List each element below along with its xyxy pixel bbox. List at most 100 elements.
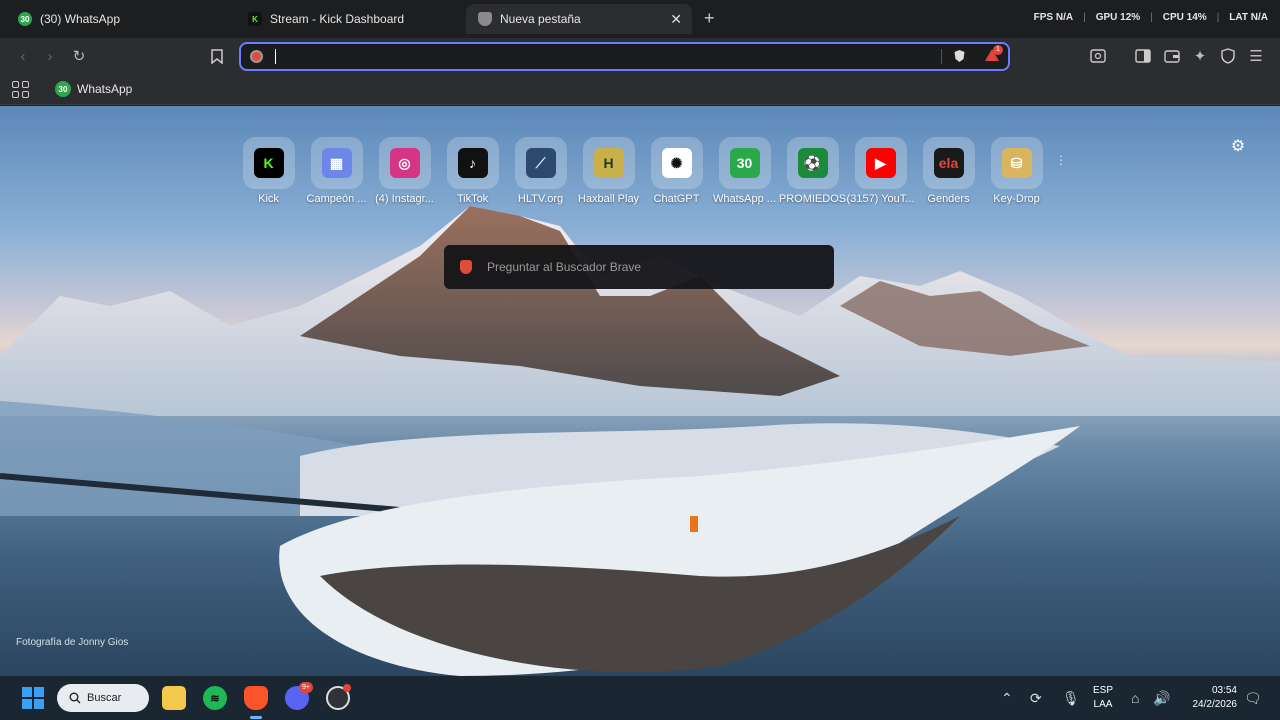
spotify-icon[interactable]: ≋ [203, 686, 227, 710]
top-site-tile-frame: ▶ [854, 137, 907, 189]
bookmark-whatsapp[interactable]: 30 WhatsApp [55, 81, 132, 97]
top-site-tile-frame: ✺ [650, 137, 703, 189]
discord-badge: 9+ [299, 682, 313, 693]
top-site-label: Haxball Play [577, 193, 640, 205]
top-site-label: Campeón ... [306, 193, 367, 205]
tab-kick-dashboard[interactable]: K Stream - Kick Dashboard [236, 4, 460, 34]
language-code: ESP [1093, 685, 1114, 696]
top-site-tile[interactable]: ✺ ChatGPT [648, 137, 705, 205]
top-site-tile[interactable]: ▦ Campeón ... [307, 137, 366, 205]
top-site-tile[interactable]: ela Genders [920, 137, 977, 205]
vpn-shield-icon[interactable] [1218, 46, 1238, 66]
top-site-icon: H [593, 148, 624, 178]
fps-stat: FPS N/A [1033, 12, 1074, 23]
top-site-tile[interactable]: ♪ TikTok [444, 137, 501, 205]
top-site-tile[interactable]: 30 WhatsApp ... [713, 137, 776, 205]
search-placeholder: Preguntar al Buscador Brave [487, 260, 642, 274]
active-app-indicator [250, 716, 262, 719]
top-site-tile[interactable]: ⛁ Key-Drop [988, 137, 1045, 205]
kick-tab-icon: K [248, 12, 262, 26]
cpu-stat: CPU 14% [1162, 12, 1207, 23]
brave-tab-icon [478, 12, 492, 26]
microphone-icon[interactable]: 🎙 [1062, 690, 1080, 707]
forward-icon[interactable]: › [40, 46, 60, 66]
lighthouse [690, 516, 698, 532]
volume-icon[interactable]: 🔊 [1153, 690, 1170, 707]
sync-icon[interactable]: ⟳ [1030, 690, 1042, 707]
apps-grid-icon[interactable] [12, 81, 29, 98]
performance-overlay: FPS N/A | GPU 12% | CPU 14% | LAT N/A [1033, 12, 1268, 23]
address-bar[interactable]: 1 [239, 42, 1010, 71]
top-site-tile-frame: K [242, 137, 295, 189]
brave-app-icon[interactable] [244, 686, 268, 710]
top-site-icon: ✺ [661, 148, 692, 178]
top-site-label: HLTV.org [517, 193, 564, 205]
search-icon [69, 692, 81, 704]
top-site-tile[interactable]: H Haxball Play [578, 137, 639, 205]
clock-time: 03:54 [1211, 685, 1237, 696]
brave-search-box[interactable]: Preguntar al Buscador Brave [444, 245, 834, 289]
file-explorer-icon[interactable] [162, 686, 186, 710]
photo-credit[interactable]: Fotografía de Jonny Gios [16, 637, 128, 648]
clock-date: 24/2/2026 [1192, 699, 1238, 710]
top-site-icon: ▶ [865, 148, 896, 178]
taskbar-search-label: Buscar [87, 692, 122, 704]
bookmark-icon[interactable] [207, 46, 227, 66]
top-site-tile-frame: ⟋ [514, 137, 567, 189]
whatsapp-tab-icon: 30 [18, 12, 32, 26]
rewards-badge: 1 [993, 45, 1003, 55]
notifications-icon[interactable]: 🗨 [1244, 690, 1262, 707]
top-site-tile[interactable]: K Kick [240, 137, 297, 205]
top-site-label: PROMIEDOS [778, 193, 847, 205]
top-site-tile-frame: ela [922, 137, 975, 189]
close-tab-icon[interactable]: ✕ [670, 11, 682, 28]
top-site-tile-frame: ⚽ [786, 137, 839, 189]
settings-gear-icon[interactable]: ⚙ [1229, 138, 1247, 156]
top-site-tile[interactable]: ⚽ PROMIEDOS [779, 137, 846, 205]
top-site-label: (4) Instagr... [375, 193, 434, 205]
tab-new-tab[interactable]: Nueva pestaña ✕ [466, 4, 692, 34]
top-sites-more-icon[interactable]: ⋮ [1055, 137, 1067, 205]
tab-title: (30) WhatsApp [40, 12, 121, 26]
top-site-tile[interactable]: ⟋ HLTV.org [512, 137, 569, 205]
tab-search-icon[interactable] [1088, 46, 1108, 66]
top-site-icon: ◎ [389, 148, 420, 178]
brave-shields-icon[interactable] [953, 49, 967, 63]
reload-icon[interactable]: ↻ [69, 46, 89, 66]
site-info-icon[interactable] [250, 50, 263, 63]
top-site-tile-frame: ▦ [310, 137, 363, 189]
lat-stat: LAT N/A [1229, 12, 1268, 23]
windows-taskbar: Buscar ≋ 9+ ⌃ ⟳ 🎙 ESP LAA ⌂ 🔊 03:54 24/2… [0, 676, 1280, 720]
windows-start-icon[interactable] [22, 687, 44, 709]
system-clock[interactable]: 03:54 24/2/2026 [1183, 684, 1238, 712]
top-site-label: TikTok [456, 193, 489, 205]
tab-strip: 30 (30) WhatsApp K Stream - Kick Dashboa… [0, 0, 1280, 38]
omnibox-divider [941, 49, 942, 64]
network-icon[interactable]: ⌂ [1131, 690, 1139, 706]
tab-whatsapp[interactable]: 30 (30) WhatsApp [6, 4, 230, 34]
top-site-label: (3157) YouT... [846, 193, 915, 205]
back-icon[interactable]: ‹ [13, 46, 33, 66]
top-site-icon: K [253, 148, 284, 178]
top-site-tile-frame: ♪ [446, 137, 499, 189]
top-site-icon: ⟋ [525, 148, 556, 178]
leo-ai-icon[interactable]: ✦ [1190, 46, 1210, 66]
whatsapp-icon: 30 [55, 81, 71, 97]
top-site-tile[interactable]: ◎ (4) Instagr... [375, 137, 434, 205]
top-site-icon: ▦ [321, 148, 352, 178]
menu-icon[interactable]: ☰ [1246, 46, 1266, 66]
tab-title: Stream - Kick Dashboard [270, 12, 405, 26]
wallet-icon[interactable] [1162, 46, 1182, 66]
new-tab-button[interactable]: + [704, 8, 715, 29]
wallpaper-coast [279, 426, 1080, 676]
show-hidden-icons-chevron[interactable]: ⌃ [1001, 690, 1013, 707]
keyboard-layout: LAA [1093, 699, 1113, 710]
top-site-tile[interactable]: ▶ (3157) YouT... [847, 137, 914, 205]
language-indicator[interactable]: ESP LAA [1093, 684, 1113, 712]
sidebar-icon[interactable] [1133, 46, 1153, 66]
bookmarks-bar: 30 WhatsApp [0, 75, 1280, 105]
taskbar-search[interactable]: Buscar [57, 684, 149, 712]
top-site-label: ChatGPT [653, 193, 700, 205]
top-site-label: WhatsApp ... [713, 193, 776, 205]
recording-dot [343, 684, 351, 692]
